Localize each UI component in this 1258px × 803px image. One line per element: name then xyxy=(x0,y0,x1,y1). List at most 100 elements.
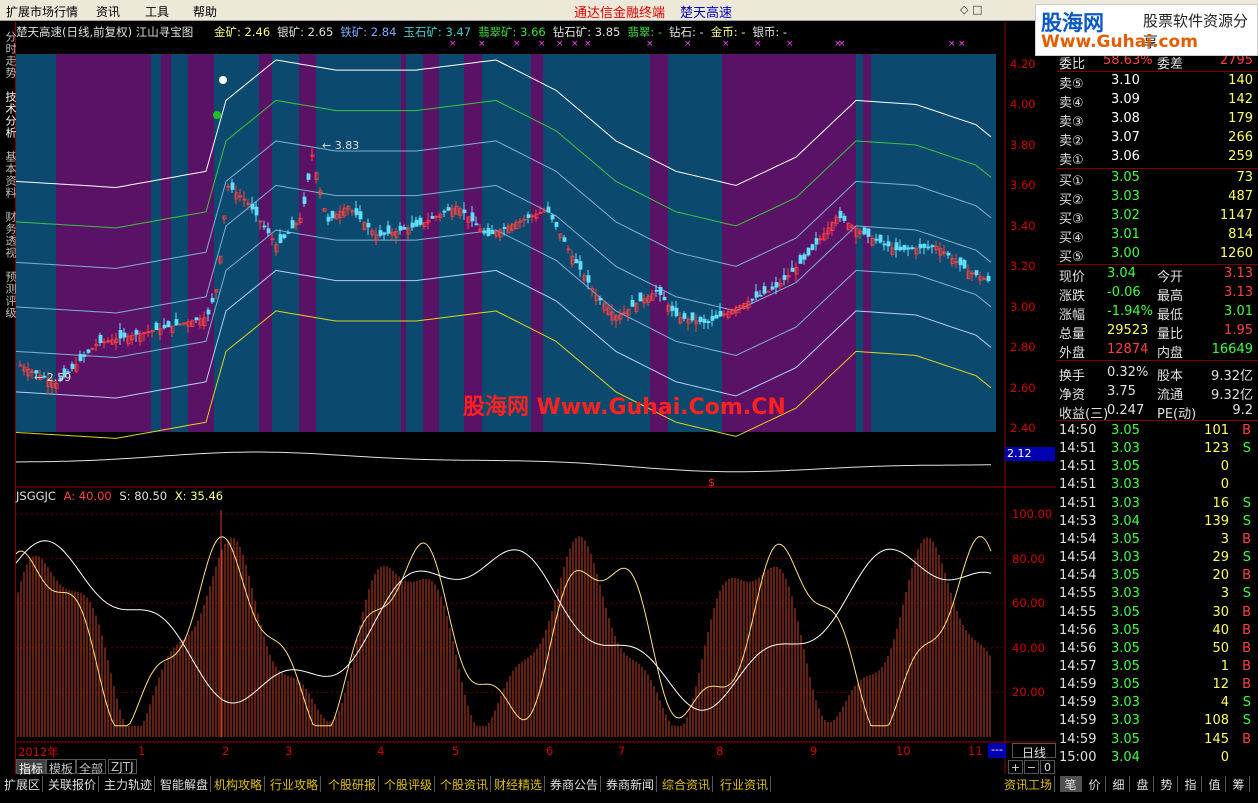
bottom-tab-0[interactable]: 扩展区 xyxy=(2,776,44,792)
menu-tools[interactable]: 工具 xyxy=(145,3,169,20)
mineral-item: 玉石矿: 3.47 xyxy=(403,25,472,39)
buy-vol: 487 xyxy=(1228,189,1253,205)
tick-vol: 108 xyxy=(1204,713,1229,729)
bottom-tab-3[interactable]: 智能解盘 xyxy=(158,776,212,792)
tick-vol: 12 xyxy=(1212,677,1229,693)
subtab-1[interactable]: 模板 xyxy=(46,759,77,776)
sidetab-intraday[interactable]: 分时走势 xyxy=(0,28,17,82)
stat-value2: 9.32亿 xyxy=(1211,387,1253,403)
candle-body xyxy=(230,182,235,190)
bottom-tab-9[interactable]: 财经精选 xyxy=(492,776,546,792)
sell-label: 卖④ xyxy=(1059,96,1084,112)
right-tab-2[interactable]: 细 xyxy=(1108,776,1130,792)
zoom-button[interactable]: − xyxy=(1024,760,1039,774)
tick-side: S xyxy=(1242,550,1251,566)
sidetab-rating[interactable]: 预测评级 xyxy=(0,268,17,322)
buy-label: 买② xyxy=(1059,193,1084,209)
candle-body xyxy=(706,321,711,323)
signal-dot-white xyxy=(219,76,227,84)
marker: × xyxy=(646,39,654,49)
stat-label: 外盘 xyxy=(1059,346,1086,362)
bottom-tab-2[interactable]: 主力轨迹 xyxy=(102,776,156,792)
bottom-tab-8[interactable]: 个股资讯 xyxy=(438,776,492,792)
subtab-3[interactable]: ZJTJ xyxy=(108,759,137,774)
mineral-item: 金币: - xyxy=(710,25,746,39)
buy-vol: 73 xyxy=(1236,170,1253,185)
marker: × xyxy=(786,39,794,49)
right-tab-3[interactable]: 盘 xyxy=(1132,776,1154,792)
subtab-0[interactable]: 指标 xyxy=(16,759,47,776)
stat-row: 净资 3.75 流通 9.32亿 xyxy=(1059,383,1255,403)
tick-price: 3.05 xyxy=(1111,677,1140,693)
candle-body xyxy=(290,220,295,229)
marker: × xyxy=(478,39,486,49)
candle-body xyxy=(718,311,723,317)
bottom-tab-10[interactable]: 券商公告 xyxy=(548,776,602,792)
band xyxy=(531,54,543,432)
stat-label2: 最高 xyxy=(1157,289,1184,305)
window-controls[interactable]: ◇ □ xyxy=(960,3,982,16)
right-tab-4[interactable]: 势 xyxy=(1156,776,1178,792)
bottom-tab-5[interactable]: 行业攻略 xyxy=(268,776,322,792)
tick-side: B xyxy=(1242,640,1251,656)
sidetab-fundamentals[interactable]: 基本资料 xyxy=(0,148,17,202)
candle-body xyxy=(654,289,659,292)
menu-market[interactable]: 扩展市场行情 xyxy=(6,3,78,20)
bottom-tab-11[interactable]: 券商新闻 xyxy=(604,776,658,792)
stat-value2: 3.13 xyxy=(1224,285,1253,301)
period-selector[interactable]: 日线 xyxy=(1012,743,1056,760)
candle-body xyxy=(774,282,779,288)
candle-body xyxy=(670,305,675,311)
price-axis-label: 3.00 xyxy=(1010,299,1036,314)
bottom-tab-4[interactable]: 机构攻略 xyxy=(212,776,266,792)
right-tab-7[interactable]: 筹 xyxy=(1228,776,1250,792)
candle-body xyxy=(398,225,403,231)
tick-price: 3.05 xyxy=(1111,658,1140,674)
buy-vol: 1147 xyxy=(1219,208,1253,224)
right-tab-1[interactable]: 价 xyxy=(1084,776,1106,792)
candle-body xyxy=(262,225,267,228)
candle-body xyxy=(922,243,927,248)
candle-body xyxy=(486,227,491,236)
tick-row: 14:51 3.03 16 S xyxy=(1059,495,1255,514)
scroll-indicator[interactable]: --- xyxy=(988,743,1006,758)
tick-row: 14:54 3.05 3 B xyxy=(1059,531,1255,550)
marker: × xyxy=(948,39,956,49)
candle-body xyxy=(710,315,715,321)
tick-time: 14:51 xyxy=(1059,441,1097,457)
candle-body xyxy=(638,292,643,302)
zoom-button[interactable]: + xyxy=(1008,760,1023,774)
subtab-2[interactable]: 全部 xyxy=(76,759,107,776)
stat-label: 现价 xyxy=(1059,270,1086,285)
candle-body xyxy=(902,244,907,250)
tick-row: 14:54 3.03 29 S xyxy=(1059,549,1255,568)
stat-value: -1.94% xyxy=(1107,304,1153,320)
sidetab-finance[interactable]: 财务透视 xyxy=(0,208,17,262)
stat-label: 净资 xyxy=(1059,387,1086,403)
bottom-tab-13[interactable]: 行业资讯 xyxy=(718,776,772,792)
sell-label: 卖② xyxy=(1059,134,1084,150)
tick-row: 15:00 3.04 0 xyxy=(1059,749,1255,768)
sidetab-technical[interactable]: 技术分析 xyxy=(0,88,17,142)
bottom-tab-14[interactable]: 资讯工场 xyxy=(1002,776,1056,792)
right-tab-5[interactable]: 指 xyxy=(1180,776,1202,792)
zoom-button[interactable]: 0 xyxy=(1040,760,1055,774)
marker: × xyxy=(538,39,546,49)
marker: × xyxy=(556,39,564,49)
bottom-tab-1[interactable]: 关联报价 xyxy=(46,776,100,792)
tick-time: 14:59 xyxy=(1059,731,1097,747)
right-tab-6[interactable]: 值 xyxy=(1204,776,1226,792)
candle-body xyxy=(414,219,419,227)
candle-body xyxy=(802,254,807,260)
sell-vol: 142 xyxy=(1228,92,1253,108)
bottom-tab-12[interactable]: 综合资讯 xyxy=(660,776,714,792)
bottom-tab-6[interactable]: 个股研报 xyxy=(326,776,380,792)
bottom-tab-7[interactable]: 个股评级 xyxy=(382,776,436,792)
tick-row: 14:59 3.05 145 B xyxy=(1059,731,1255,750)
menu-help[interactable]: 帮助 xyxy=(193,3,217,20)
right-tab-0[interactable]: 笔 xyxy=(1060,776,1082,792)
candle-body xyxy=(98,334,103,344)
month-label: 1 xyxy=(138,744,146,758)
menu-info[interactable]: 资讯 xyxy=(96,3,120,20)
candle-body xyxy=(354,208,359,216)
